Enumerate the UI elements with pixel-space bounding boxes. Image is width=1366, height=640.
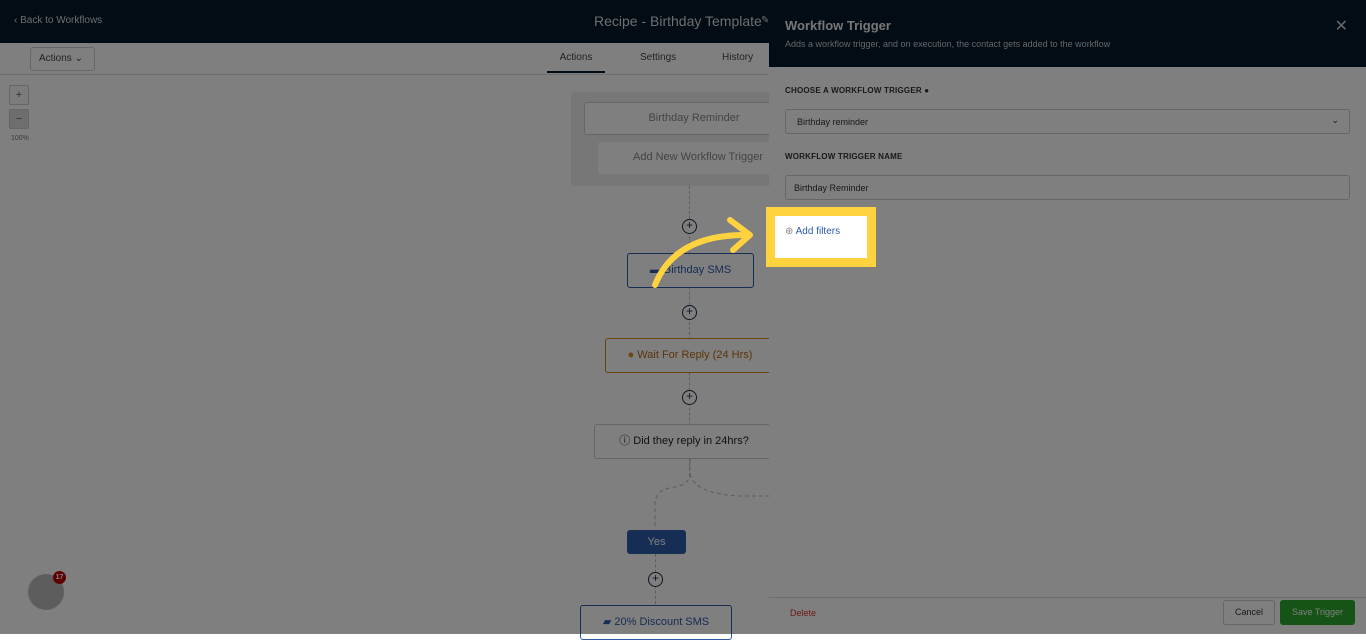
add-filters-highlight: ⊕ Add filters: [766, 207, 876, 267]
add-filters-label: Add filters: [795, 226, 841, 237]
plus-circle-icon: ⊕: [785, 226, 794, 237]
add-filters-button[interactable]: ⊕ Add filters: [775, 216, 867, 258]
arrow-annotation-icon: [652, 217, 753, 288]
dim-overlay: [0, 0, 1366, 634]
